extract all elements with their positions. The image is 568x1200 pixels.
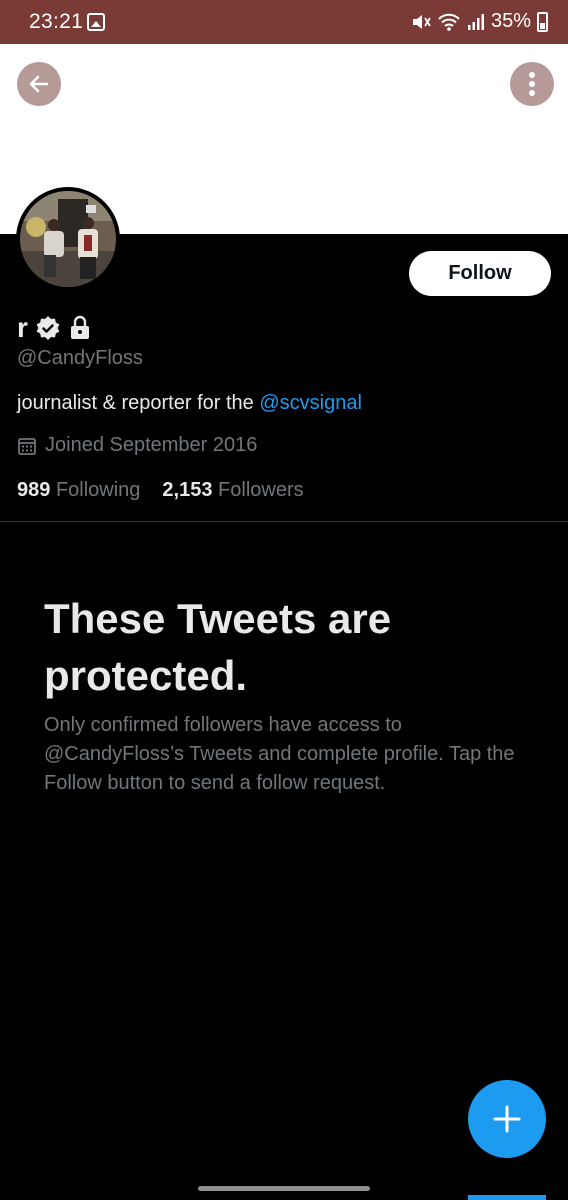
avatar[interactable] [16,187,120,291]
calendar-icon [18,437,36,455]
follow-button[interactable]: Follow [409,251,551,296]
joined-text: Joined September 2016 [45,434,258,456]
follow-stats: 989 Following 2,153 Followers [17,479,304,502]
plus-icon [493,1105,521,1133]
following-label: Following [55,479,141,501]
arrow-left-icon [29,75,49,93]
joined-date: Joined September 2016 [17,434,257,457]
protected-body: Only confirmed followers have access to … [44,714,515,794]
compose-tweet-button[interactable] [468,1080,546,1158]
battery-icon [537,11,548,32]
following-count: 989 [17,479,51,501]
display-name: r [17,312,28,343]
battery-percent: 35% [490,10,531,32]
followers-count: 2,153 [162,479,213,501]
verified-icon [36,316,60,340]
status-right-group: 35% [411,10,548,33]
following-link[interactable]: 989 Following [17,479,140,502]
wifi-icon [438,13,460,31]
status-time: 23:21 [29,10,84,33]
profile-name-row: r [17,312,92,344]
protected-title: These Tweets are protected. [44,595,392,699]
bio-text: journalist & reporter for the [17,392,260,414]
more-options-button[interactable] [510,62,554,106]
followers-label: Followers [218,479,304,501]
more-vertical-icon [529,72,535,96]
profile-handle: @CandyFloss [17,347,143,369]
bio-mention-link[interactable]: @scvsignal [259,392,362,414]
home-indicator[interactable] [198,1186,370,1191]
avatar-photo [20,191,116,287]
status-bar: 23:21 35% [0,0,568,44]
signal-icon [467,13,484,30]
back-button[interactable] [17,62,61,106]
divider [0,521,568,522]
followers-link[interactable]: 2,153 Followers [162,479,303,502]
fab-shadow-peek [468,1195,546,1200]
profile-bio: journalist & reporter for the @scvsignal [17,392,362,415]
lock-icon [70,315,89,339]
gallery-icon [87,13,105,31]
mute-icon [412,14,431,29]
